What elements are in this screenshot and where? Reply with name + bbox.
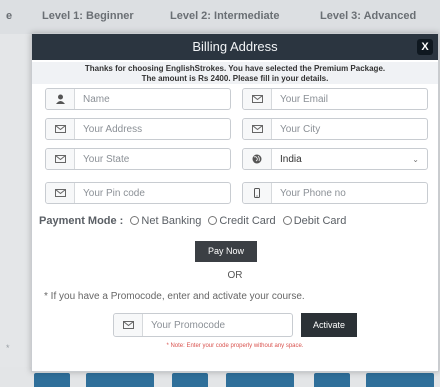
promocode-note: * Note: Enter your code properly without… (166, 343, 304, 349)
chevron-down-icon: ⌄ (412, 154, 419, 164)
pincode-placeholder: Your Pin code (83, 187, 145, 199)
promocode-field[interactable]: Your Promocode (113, 313, 293, 337)
background-button[interactable] (86, 373, 154, 387)
country-select[interactable]: India ⌄ (242, 148, 428, 170)
state-field[interactable]: Your State (45, 148, 231, 170)
credit-card-label[interactable]: Credit Card (219, 215, 275, 227)
billing-address-modal: Billing Address X Thanks for choosing En… (31, 33, 439, 372)
promo-hint: * If you have a Promocode, enter and act… (44, 291, 305, 302)
background-button[interactable] (226, 373, 294, 387)
package-info: Thanks for choosing EnglishStrokes. You … (32, 62, 438, 84)
address-placeholder: Your Address (83, 123, 143, 135)
background-tab-bar: e Level 1: Beginner Level 2: Intermediat… (0, 0, 440, 34)
close-button[interactable]: X (417, 39, 433, 55)
address-field[interactable]: Your Address (45, 118, 231, 140)
state-placeholder: Your State (83, 153, 130, 165)
envelope-icon (46, 119, 75, 139)
pay-now-button[interactable]: Pay Now (195, 241, 257, 262)
email-field[interactable]: Your Email (242, 88, 428, 110)
background-tab-level1[interactable]: Level 1: Beginner (42, 10, 134, 22)
envelope-icon (114, 314, 143, 336)
background-button[interactable] (366, 373, 434, 387)
payment-mode-label: Payment Mode : (39, 215, 124, 227)
envelope-icon (243, 119, 272, 139)
globe-icon (243, 149, 272, 169)
modal-title: Billing Address (192, 39, 278, 54)
close-icon: X (421, 41, 429, 53)
background-button[interactable] (34, 373, 70, 387)
activate-button[interactable]: Activate (301, 313, 357, 337)
user-icon (46, 89, 75, 109)
envelope-icon (46, 149, 75, 169)
background-tab-fragment: e (6, 10, 13, 22)
package-info-line2: The amount is Rs 2400. Please fill in yo… (141, 74, 329, 83)
phone-placeholder: Your Phone no (280, 187, 346, 199)
net-banking-label[interactable]: Net Banking (141, 215, 201, 227)
background-left-panel (0, 34, 30, 387)
city-field[interactable]: Your City (242, 118, 428, 140)
pincode-field[interactable]: Your Pin code (45, 182, 231, 204)
debit-card-radio[interactable] (282, 216, 292, 225)
name-placeholder: Name (83, 93, 110, 105)
package-info-line1: Thanks for choosing EnglishStrokes. You … (84, 64, 386, 73)
background-button[interactable] (314, 373, 350, 387)
email-placeholder: Your Email (280, 93, 328, 105)
credit-card-radio[interactable] (208, 216, 218, 225)
promocode-placeholder: Your Promocode (151, 319, 226, 331)
phone-icon (243, 183, 272, 203)
net-banking-radio[interactable] (130, 216, 140, 225)
envelope-icon (243, 89, 272, 109)
country-value: India (280, 153, 302, 165)
city-placeholder: Your City (280, 123, 321, 135)
name-field[interactable]: Name (45, 88, 231, 110)
modal-header: Billing Address X (32, 34, 438, 60)
background-tab-level3[interactable]: Level 3: Advanced (320, 10, 416, 22)
phone-field[interactable]: Your Phone no (242, 182, 428, 204)
or-divider: OR (227, 270, 243, 281)
background-tab-level2[interactable]: Level 2: Intermediate (170, 10, 279, 22)
background-button[interactable] (172, 373, 208, 387)
payment-mode: Payment Mode : Net Banking Credit Card D… (39, 215, 346, 227)
debit-card-label[interactable]: Debit Card (294, 215, 347, 227)
envelope-icon (46, 183, 75, 203)
background-footnote: * (6, 343, 10, 353)
